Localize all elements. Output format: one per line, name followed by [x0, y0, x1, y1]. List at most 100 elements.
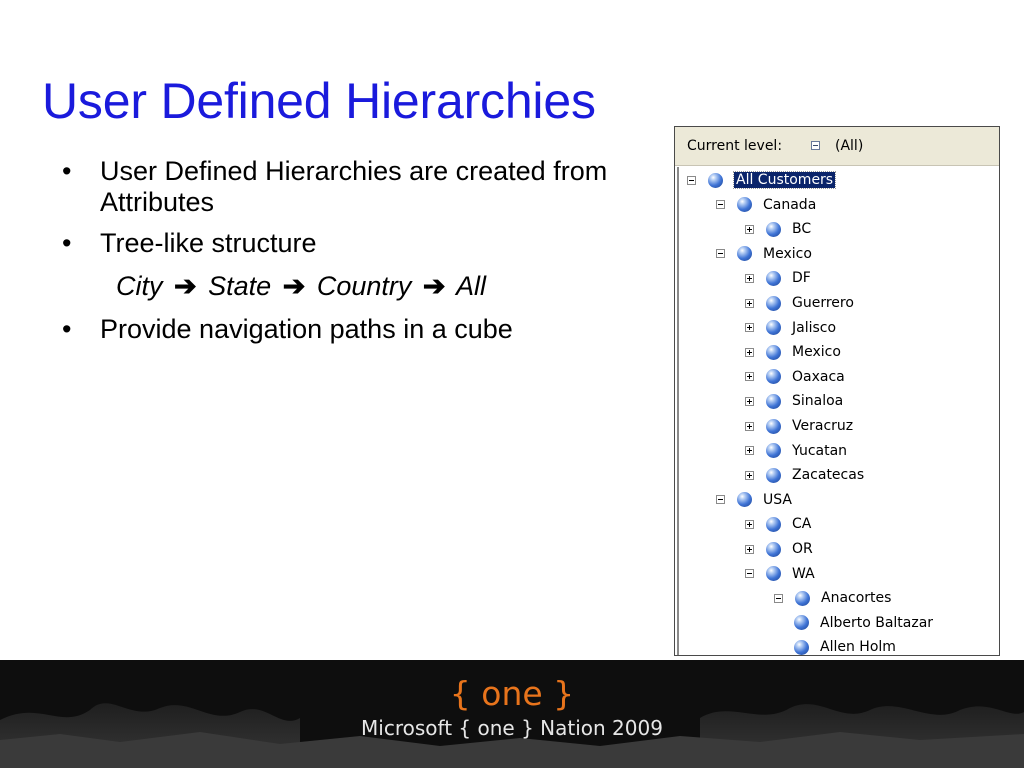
tree-node-label[interactable]: Yucatan [792, 443, 847, 459]
tree-node-label[interactable]: Alberto Baltazar [820, 615, 933, 631]
expand-plus-icon[interactable] [745, 396, 754, 406]
tree-node-label[interactable]: Canada [763, 197, 816, 213]
blue-sphere-icon [737, 197, 752, 213]
tree-node[interactable]: WA [745, 563, 815, 585]
tree-node-label[interactable]: CA [792, 516, 811, 532]
tree-node-label[interactable]: Mexico [792, 344, 841, 360]
expand-plus-icon[interactable] [745, 421, 754, 431]
hierarchy-browser-panel: Current level: (All) All Customers Canada… [674, 126, 1000, 656]
blue-sphere-icon [766, 320, 781, 336]
current-level-label: Current level: [687, 138, 783, 154]
expand-plus-icon[interactable] [745, 224, 754, 234]
collapse-minus-icon[interactable] [716, 200, 725, 210]
tree-node[interactable]: Mexico [745, 341, 841, 363]
hierarchy-path: City ➔ State ➔ Country ➔ All [62, 271, 622, 302]
tree-node-label[interactable]: Veracruz [792, 418, 853, 434]
tree-node-label[interactable]: WA [792, 566, 815, 582]
blue-sphere-icon [794, 639, 809, 655]
tree-node-label[interactable]: Jalisco [792, 320, 836, 336]
collapse-minus-icon[interactable] [774, 593, 783, 603]
tree-node[interactable]: Veracruz [745, 415, 853, 437]
blue-sphere-icon [794, 615, 809, 631]
bullet-item-1: User Defined Hierarchies are created fro… [62, 156, 622, 218]
tree-node[interactable]: Anacortes [774, 587, 891, 609]
right-arrow-icon: ➔ [422, 271, 446, 301]
right-arrow-icon: ➔ [174, 271, 197, 301]
expand-plus-icon[interactable] [745, 323, 754, 333]
current-level-bar: Current level: (All) [675, 127, 999, 166]
tree-node-label[interactable]: Guerrero [792, 295, 854, 311]
tree-node-label[interactable]: USA [763, 492, 792, 508]
blue-sphere-icon [766, 221, 781, 237]
blue-sphere-icon [766, 344, 781, 360]
bullet-item-2: Tree-like structure [62, 228, 622, 259]
tree-node-label[interactable]: All Customers [732, 171, 837, 189]
blue-sphere-icon [766, 443, 781, 459]
path-city: City [116, 271, 163, 301]
tree-node[interactable]: Canada [716, 194, 816, 216]
collapse-minus-icon[interactable] [687, 175, 696, 185]
tree-node[interactable]: DF [745, 267, 811, 289]
tree-node-label[interactable]: Zacatecas [792, 467, 864, 483]
blue-sphere-icon [766, 516, 781, 532]
tree-node-label[interactable]: Allen Holm [820, 639, 896, 655]
blue-sphere-icon [766, 566, 781, 582]
right-arrow-icon: ➔ [282, 271, 306, 301]
tree-node[interactable]: Jalisco [745, 317, 836, 339]
path-all: All [456, 271, 487, 301]
expand-plus-icon[interactable] [745, 544, 754, 554]
tree-node[interactable]: Oaxaca [745, 366, 845, 388]
expand-plus-icon[interactable] [745, 519, 754, 529]
tree-node[interactable]: Yucatan [745, 440, 847, 462]
tree-node-label[interactable]: DF [792, 270, 811, 286]
blue-sphere-icon [766, 467, 781, 483]
tree-node[interactable]: CA [745, 513, 811, 535]
path-state: State [208, 271, 272, 301]
tree-node[interactable]: OR [745, 538, 813, 560]
tree-node[interactable]: Alberto Baltazar [794, 612, 933, 634]
tree-node-label[interactable]: Mexico [763, 246, 812, 262]
tree-node[interactable]: USA [716, 489, 792, 511]
tree-node-label[interactable]: BC [792, 221, 811, 237]
level-collapse-icon[interactable] [811, 141, 820, 150]
blue-sphere-icon [795, 590, 810, 606]
bullet-item-3: Provide navigation paths in a cube [62, 314, 622, 345]
event-subtitle: Microsoft { one } Nation 2009 [361, 716, 663, 740]
blue-sphere-icon [766, 295, 781, 311]
blue-sphere-icon [766, 369, 781, 385]
blue-sphere-icon [737, 492, 752, 508]
blue-sphere-icon [766, 270, 781, 286]
blue-sphere-icon [708, 172, 723, 188]
expand-plus-icon[interactable] [745, 372, 754, 382]
tree-node-label[interactable]: OR [792, 541, 813, 557]
tree-node-label[interactable]: Sinaloa [792, 393, 843, 409]
current-level-value[interactable]: (All) [835, 138, 863, 154]
footer-banner: { one } Microsoft { one } Nation 2009 [0, 660, 1024, 768]
collapse-minus-icon[interactable] [716, 495, 725, 505]
tree-node[interactable]: Mexico [716, 243, 812, 265]
tree-node[interactable]: Allen Holm [794, 636, 896, 655]
expand-plus-icon[interactable] [745, 298, 754, 308]
expand-plus-icon[interactable] [745, 347, 754, 357]
tree-node[interactable]: Sinaloa [745, 390, 843, 412]
tree-node[interactable]: Zacatecas [745, 464, 864, 486]
collapse-minus-icon[interactable] [745, 569, 754, 579]
blue-sphere-icon [766, 541, 781, 557]
tree-node[interactable]: All Customers [687, 169, 837, 191]
tree-node-label[interactable]: Oaxaca [792, 369, 845, 385]
path-country: Country [316, 271, 412, 301]
tree-node-label[interactable]: Anacortes [821, 590, 891, 606]
hierarchy-tree: All Customers Canada BC Mexico DF Guerrero Jal… [677, 167, 999, 655]
expand-plus-icon[interactable] [745, 273, 754, 283]
blue-sphere-icon [766, 418, 781, 434]
bullet-list: User Defined Hierarchies are created fro… [62, 156, 622, 345]
expand-plus-icon[interactable] [745, 446, 754, 456]
slide-title: User Defined Hierarchies [42, 73, 596, 129]
blue-sphere-icon [737, 246, 752, 262]
tree-node[interactable]: Guerrero [745, 292, 854, 314]
collapse-minus-icon[interactable] [716, 249, 725, 259]
expand-plus-icon[interactable] [745, 470, 754, 480]
blue-sphere-icon [766, 393, 781, 409]
event-logo: { one } [449, 674, 575, 713]
tree-node[interactable]: BC [745, 218, 811, 240]
